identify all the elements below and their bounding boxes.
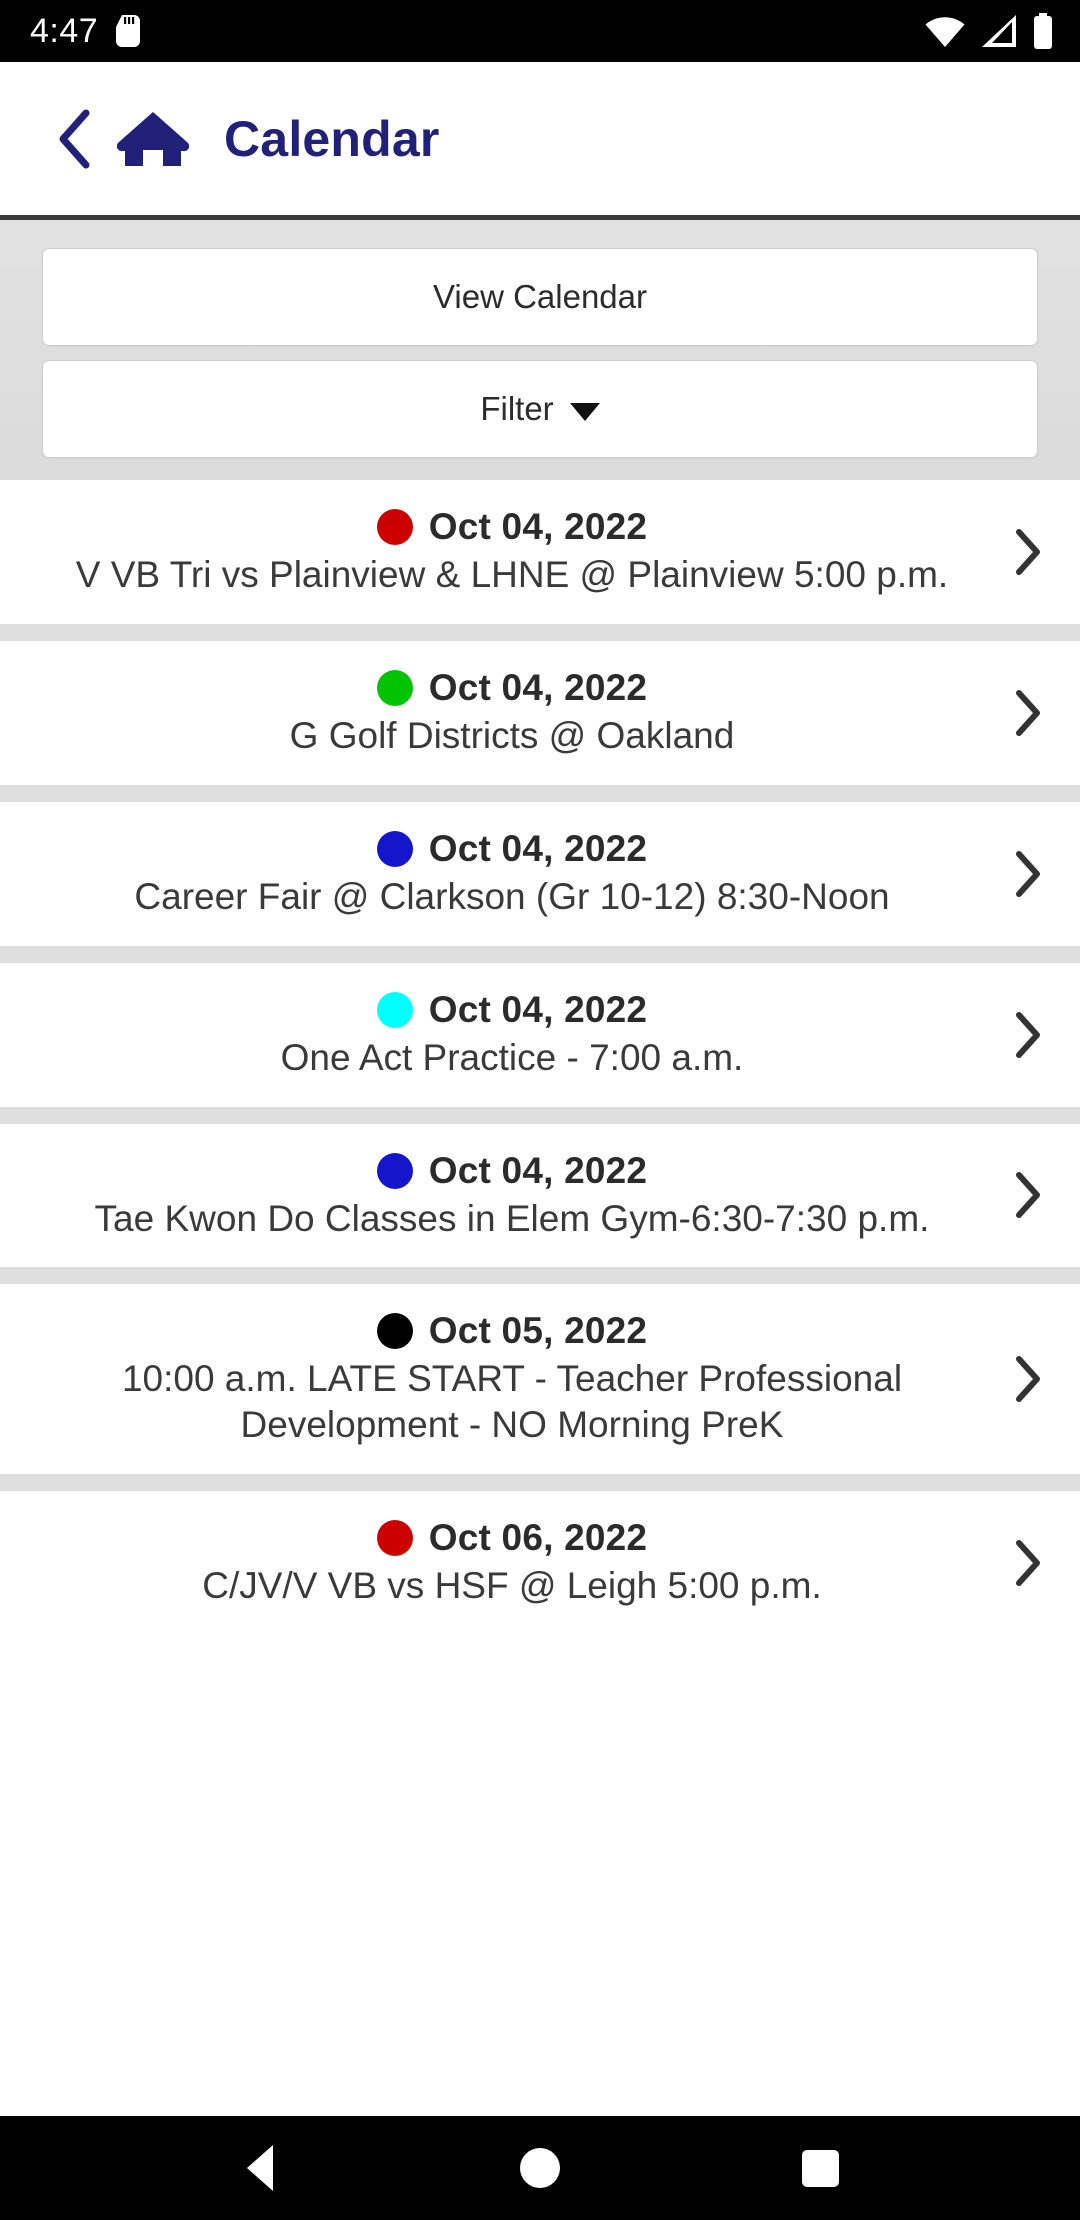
nav-home-button[interactable] [492, 2120, 588, 2216]
chevron-right-icon [1016, 850, 1040, 897]
event-date: Oct 06, 2022 [428, 1517, 648, 1559]
nav-back-button[interactable] [212, 2120, 308, 2216]
chevron-right-icon [1016, 1356, 1040, 1403]
nav-recents-button[interactable] [772, 2120, 868, 2216]
status-left-icons [116, 15, 141, 47]
event-title: Tae Kwon Do Classes in Elem Gym-6:30-7:3… [94, 1197, 930, 1239]
event-title: G Golf Districts @ Oakland [289, 714, 735, 756]
android-nav-bar [0, 2116, 1080, 2220]
event-date-line: Oct 04, 2022 [40, 828, 984, 870]
circle-home-icon [520, 2148, 560, 2188]
event-date: Oct 04, 2022 [428, 827, 648, 869]
app-header: Calendar [0, 62, 1080, 220]
event-date-line: Oct 05, 2022 [40, 1310, 984, 1352]
event-open-button[interactable] [1004, 1355, 1052, 1403]
event-row[interactable]: Oct 04, 2022 Career Fair @ Clarkson (Gr 1… [0, 801, 1080, 946]
back-button[interactable] [48, 103, 100, 175]
filter-button[interactable]: Filter [42, 360, 1038, 458]
event-date: Oct 04, 2022 [428, 506, 648, 547]
battery-icon [1034, 13, 1052, 49]
event-open-button[interactable] [1004, 689, 1052, 737]
sd-card-icon [116, 15, 141, 47]
event-row[interactable]: Oct 04, 2022 One Act Practice - 7:00 a.m. [0, 962, 1080, 1107]
page-title: Calendar [224, 110, 440, 167]
event-color-dot-icon [376, 509, 413, 545]
event-row[interactable]: Oct 04, 2022 G Golf Districts @ Oakland [0, 640, 1080, 785]
event-title: One Act Practice - 7:00 a.m. [280, 1036, 744, 1078]
chevron-left-icon [59, 109, 90, 168]
event-date-line: Oct 04, 2022 [40, 506, 984, 548]
event-separator [0, 1106, 1080, 1124]
wifi-icon [925, 17, 965, 47]
chevron-right-icon [1016, 1540, 1040, 1587]
event-title: V VB Tri vs Plainview & LHNE @ Plainview… [75, 554, 949, 595]
chevron-right-icon [1016, 1172, 1040, 1219]
event-open-button[interactable] [1004, 850, 1052, 898]
event-color-dot-icon [376, 669, 413, 706]
event-open-button[interactable] [1004, 1011, 1052, 1059]
event-open-button[interactable] [1004, 528, 1052, 576]
chevron-right-icon [1016, 689, 1040, 736]
event-row[interactable]: Oct 05, 2022 10:00 a.m. LATE START - Teac… [0, 1284, 1080, 1475]
home-icon [117, 111, 189, 166]
triangle-back-icon [247, 2145, 273, 2191]
view-calendar-label: View Calendar [432, 278, 648, 315]
event-date-line: Oct 04, 2022 [40, 989, 984, 1031]
event-list[interactable]: Oct 04, 2022 V VB Tri vs Plainview & LHNE… [0, 480, 1080, 2116]
event-row[interactable]: Oct 04, 2022 Tae Kwon Do Classes in Elem … [0, 1123, 1080, 1268]
event-color-dot-icon [376, 830, 413, 867]
event-color-dot-icon [376, 1152, 413, 1189]
event-separator [0, 945, 1080, 963]
status-bar: 4:47 [0, 0, 1080, 62]
event-date-line: Oct 04, 2022 [40, 667, 984, 709]
home-button[interactable] [110, 103, 196, 175]
event-color-dot-icon [376, 991, 413, 1028]
phone-screen: 4:47 Calendar View Calendar Filter Oct 0… [0, 0, 1080, 2220]
event-date: Oct 04, 2022 [428, 1149, 648, 1191]
view-calendar-button[interactable]: View Calendar [42, 248, 1038, 346]
calendar-toolbar: View Calendar Filter [0, 220, 1080, 480]
event-color-dot-icon [376, 1313, 413, 1350]
event-open-button[interactable] [1004, 1539, 1052, 1587]
cell-signal-icon [982, 15, 1016, 47]
event-title: Career Fair @ Clarkson (Gr 10-12) 8:30-N… [134, 875, 890, 917]
event-open-button[interactable] [1004, 1171, 1052, 1219]
filter-label: Filter [480, 390, 554, 427]
chevron-right-icon [1016, 528, 1040, 575]
event-row[interactable]: Oct 04, 2022 V VB Tri vs Plainview & LHNE… [0, 480, 1080, 624]
event-date: Oct 05, 2022 [428, 1310, 648, 1352]
status-right-icons [924, 13, 1054, 49]
square-recents-icon [801, 2149, 839, 2187]
event-separator [0, 623, 1080, 641]
event-separator [0, 1267, 1080, 1285]
event-row[interactable]: Oct 06, 2022 C/JV/V VB vs HSF @ Leigh 5:0… [0, 1491, 1080, 1635]
event-separator [0, 1474, 1080, 1492]
event-date-line: Oct 06, 2022 [40, 1517, 984, 1559]
caret-down-icon [569, 402, 600, 421]
status-clock: 4:47 [30, 12, 99, 50]
event-date: Oct 04, 2022 [428, 666, 648, 708]
event-color-dot-icon [376, 1520, 413, 1557]
event-title: 10:00 a.m. LATE START - Teacher Professi… [121, 1358, 903, 1446]
event-date: Oct 04, 2022 [428, 988, 648, 1030]
event-separator [0, 784, 1080, 802]
event-date-line: Oct 04, 2022 [40, 1150, 984, 1192]
chevron-right-icon [1016, 1011, 1040, 1058]
event-title: C/JV/V VB vs HSF @ Leigh 5:00 p.m. [202, 1565, 822, 1607]
